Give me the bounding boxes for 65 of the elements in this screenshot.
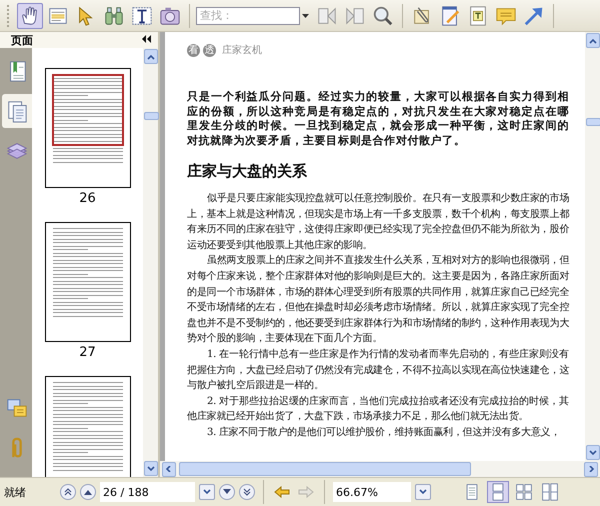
previous-page-button[interactable] (80, 484, 96, 500)
search-field[interactable]: 查找： (196, 6, 300, 24)
pages-tab[interactable] (2, 94, 32, 128)
scroll-up-button[interactable] (586, 33, 600, 48)
triangle-up-icon (84, 489, 92, 495)
scroll-down-button[interactable] (144, 461, 158, 476)
page-thumbnail[interactable] (44, 222, 130, 342)
paragraph: 虽然两支股票上的庄家之间并不直接发生什么关系，互相对对方的影响也很微弱，但对每个庄家来说，整个庄家群体对他的影响则是巨大的。这主要是因为，各路庄家所面对的是同一个市场群体，市场的群体心理受到所有股票的共同作用，就算庄家自己已经完全不受市场情绪的左右，但他在操盘时却必须考虑市场情绪。所以，就算庄家实现了完全控盘也并不是不受制约的，他还要受到庄家群体行为和市场情绪的制约，这种作用表现为大势对个股的影响，主要体现在下面几个方面。 (187, 254, 569, 346)
double-chevron-down-icon (243, 488, 251, 496)
status-text: 就绪 (4, 484, 27, 500)
chevron-down-icon (419, 489, 427, 495)
binoculars-icon (103, 4, 125, 26)
paragraph: 1. 在一轮行情中总有一些庄家是作为行情的发动者而率先启动的，有些庄家则没有把握住方向，大盘已经启动了仍然没有完成建仓，不得不拉高以实现在高位快速建仓，这与散户被扎空后跟进是一样的。 (187, 348, 569, 394)
scroll-thumb[interactable] (179, 462, 471, 476)
scroll-down-button[interactable] (586, 445, 600, 460)
zoom-field[interactable]: 66.67% (333, 482, 411, 502)
double-chevron-up-icon (64, 488, 72, 496)
text-box-icon (467, 4, 489, 26)
facing-view-button[interactable] (513, 481, 535, 503)
scroll-left-button[interactable] (162, 462, 176, 476)
next-page-button[interactable] (219, 484, 235, 500)
chevron-down-icon (588, 450, 596, 456)
zoom-dropdown-button[interactable] (415, 484, 431, 500)
search-icon (372, 4, 394, 26)
paragraph: 2. 对于那些拉抬迟缓的庄家而言，当他们完成拉抬或者还没有完成拉抬的时候，其他庄家就已经开始出货了，大盘下跌，市场承接力不足，那么他们就无法出货。 (187, 394, 569, 424)
paragraph: 似乎是只要庄家能实现控盘就可以任意控制股价。在只有一支股票和少数庄家的市场上，基本上就是这种情况，但现实是市场上有一千多支股票，数千个机构，每支股票上都有来历不同的庄家在驻守，这使得庄家即便已经实现了完全控盘但仍不能为所欲为，股价运动还要受到其他股票上其他庄家的影响。 (187, 192, 569, 253)
chevron-right-icon (587, 466, 595, 472)
two-columns-icon (541, 482, 559, 502)
chevron-left-icon (165, 466, 173, 472)
chevron-down-icon (146, 466, 154, 472)
chevron-up-icon (146, 54, 154, 60)
chevron-up-icon (588, 38, 596, 44)
paragraph: 只是一个利益瓜分问题。经过实力的较量，大家可以根据各自实力得到相应的份额，所以这种竞局是有稳定点的，对抗只发生在大家对稳定点在哪里发生分歧的时候。一旦找到稳定点，就会形成一种平衡，这时庄家间的对抗就降为次要矛盾，主要目标则是合作对付散户了。 (187, 90, 569, 148)
page-dropdown-button[interactable] (199, 484, 215, 500)
left-arrow-icon (274, 486, 290, 498)
paragraph: 3. 庄家不同于散户的是他们可以维护股价，维持账面赢利，但这并没有多大意义， (206, 426, 562, 440)
page-number: 27 (79, 345, 96, 360)
right-arrow-icon (298, 486, 314, 498)
text-icon (131, 4, 153, 26)
page-thumbnail[interactable] (44, 68, 130, 188)
pencil-pad-icon (439, 4, 461, 26)
header-mark: 看 (187, 44, 200, 56)
continuous-facing-view-button[interactable] (539, 481, 561, 503)
scroll-thumb[interactable] (144, 112, 159, 120)
running-header: 庄家玄机 (222, 44, 262, 57)
panel-title: 页面 (11, 32, 33, 48)
triangle-down-icon (223, 489, 231, 495)
double-chevron-icon (142, 35, 151, 43)
page-number-field[interactable]: 26 / 188 (100, 482, 195, 502)
pages-icon (6, 99, 28, 123)
header-mark: 透 (203, 44, 216, 56)
caret-icon (302, 14, 309, 18)
collapse-button[interactable] (142, 35, 152, 45)
page-number: 26 (79, 191, 96, 206)
hand-tool-button[interactable] (17, 2, 43, 28)
scroll-up-button[interactable] (144, 49, 158, 64)
scroll-right-button[interactable] (584, 462, 598, 476)
scroll-thumb[interactable] (586, 118, 600, 126)
page-thumbnail[interactable] (44, 376, 130, 477)
four-pages-icon (515, 482, 533, 502)
first-page-button[interactable] (60, 484, 76, 500)
section-heading: 庄家与大盘的关系 (187, 162, 308, 181)
continuous-view-button[interactable] (487, 481, 509, 503)
chevron-down-icon (203, 489, 211, 495)
last-page-button[interactable] (239, 484, 255, 500)
